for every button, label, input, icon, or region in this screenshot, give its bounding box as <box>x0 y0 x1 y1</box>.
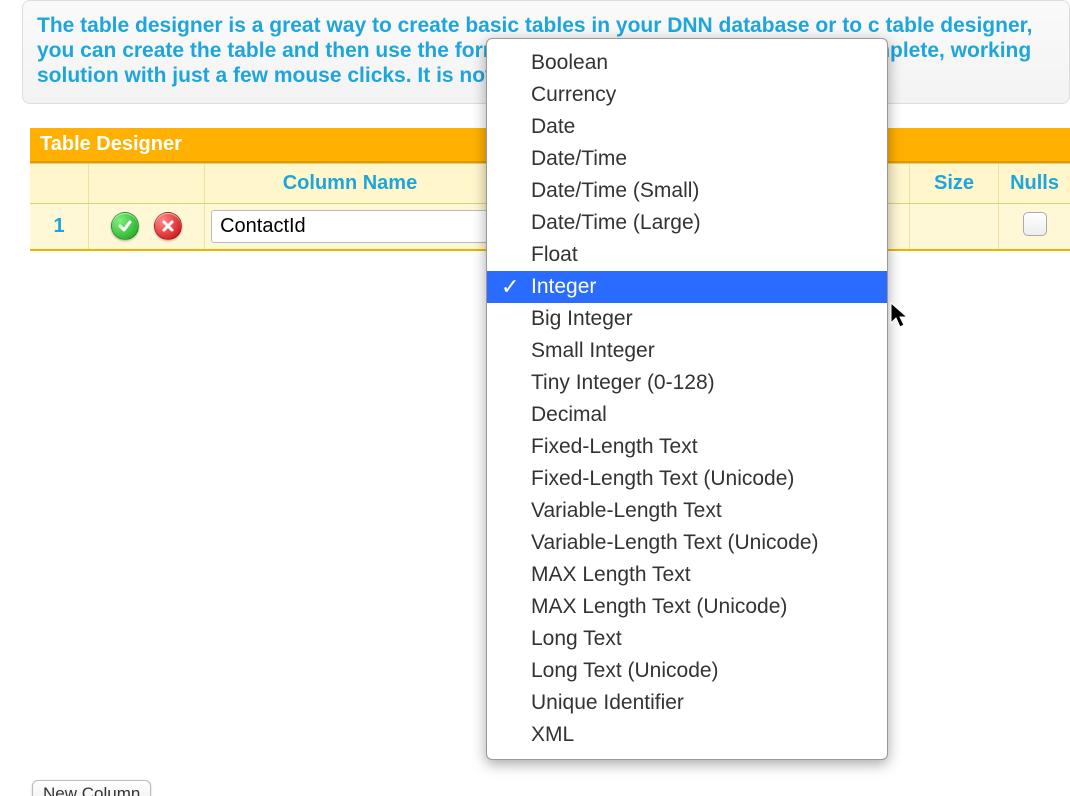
dropdown-item-label: Big Integer <box>531 307 633 330</box>
col-header-nulls: Nulls <box>999 163 1070 203</box>
column-name-input[interactable] <box>211 210 489 243</box>
col-header-rownum <box>30 163 89 203</box>
dropdown-item[interactable]: Float <box>487 239 887 271</box>
dropdown-item-label: Boolean <box>531 51 608 74</box>
dropdown-item[interactable]: Long Text <box>487 623 887 655</box>
new-column-button[interactable]: New Column <box>32 780 151 796</box>
dropdown-item[interactable]: Variable-Length Text (Unicode) <box>487 527 887 559</box>
cursor-icon <box>890 302 912 330</box>
dropdown-item-label: Float <box>531 243 578 266</box>
dropdown-item-label: Currency <box>531 83 616 106</box>
dropdown-item[interactable]: Variable-Length Text <box>487 495 887 527</box>
dropdown-item-label: Fixed-Length Text (Unicode) <box>531 467 794 490</box>
dropdown-item[interactable]: Fixed-Length Text (Unicode) <box>487 463 887 495</box>
dropdown-item[interactable]: Small Integer <box>487 335 887 367</box>
dropdown-item-label: Variable-Length Text <box>531 499 722 522</box>
dropdown-item[interactable]: Date/Time (Small) <box>487 175 887 207</box>
delete-icon[interactable] <box>154 212 182 240</box>
dropdown-item-label: Long Text <box>531 627 622 650</box>
dropdown-item[interactable]: Tiny Integer (0-128) <box>487 367 887 399</box>
nulls-checkbox[interactable] <box>1023 212 1047 236</box>
dropdown-item-label: Decimal <box>531 403 607 426</box>
dropdown-item-label: Date/Time (Large) <box>531 211 701 234</box>
dropdown-item[interactable]: ✓ Integer <box>487 271 887 303</box>
row-actions <box>89 203 205 250</box>
dropdown-item-label: Fixed-Length Text <box>531 435 698 458</box>
size-cell <box>910 203 999 250</box>
col-header-size: Size <box>910 163 999 203</box>
dropdown-item[interactable]: Boolean <box>487 47 887 79</box>
data-type-dropdown[interactable]: Boolean Currency Date Date/Time Date/Time (S… <box>486 38 888 760</box>
dropdown-item[interactable]: Unique Identifier <box>487 687 887 719</box>
dropdown-item[interactable]: Date/Time (Large) <box>487 207 887 239</box>
dropdown-item[interactable]: Big Integer <box>487 303 887 335</box>
dropdown-item[interactable]: XML <box>487 719 887 751</box>
row-number: 1 <box>30 203 89 250</box>
dropdown-item-label: XML <box>531 723 574 746</box>
dropdown-item-label: Date/Time <box>531 147 627 170</box>
dropdown-item-label: Long Text (Unicode) <box>531 659 719 682</box>
dropdown-item[interactable]: Decimal <box>487 399 887 431</box>
dropdown-item-label: Date <box>531 115 575 138</box>
dropdown-item[interactable]: Long Text (Unicode) <box>487 655 887 687</box>
dropdown-item[interactable]: MAX Length Text (Unicode) <box>487 591 887 623</box>
dropdown-item[interactable]: Currency <box>487 79 887 111</box>
dropdown-item-label: Date/Time (Small) <box>531 179 699 202</box>
dropdown-item[interactable]: Date/Time <box>487 143 887 175</box>
check-icon: ✓ <box>501 271 519 303</box>
column-name-cell <box>205 203 496 250</box>
nulls-cell <box>999 203 1070 250</box>
col-header-actions <box>89 163 205 203</box>
dropdown-item[interactable]: Date <box>487 111 887 143</box>
dropdown-item-label: Small Integer <box>531 339 655 362</box>
dropdown-item-label: Integer <box>531 275 596 298</box>
dropdown-item-label: MAX Length Text <box>531 563 691 586</box>
dropdown-item-label: Tiny Integer (0-128) <box>531 371 715 394</box>
col-header-name: Column Name <box>205 163 496 203</box>
dropdown-item-label: Unique Identifier <box>531 691 684 714</box>
accept-icon[interactable] <box>111 212 139 240</box>
dropdown-item-label: Variable-Length Text (Unicode) <box>531 531 819 554</box>
dropdown-item[interactable]: Fixed-Length Text <box>487 431 887 463</box>
dropdown-item-label: MAX Length Text (Unicode) <box>531 595 787 618</box>
dropdown-item[interactable]: MAX Length Text <box>487 559 887 591</box>
